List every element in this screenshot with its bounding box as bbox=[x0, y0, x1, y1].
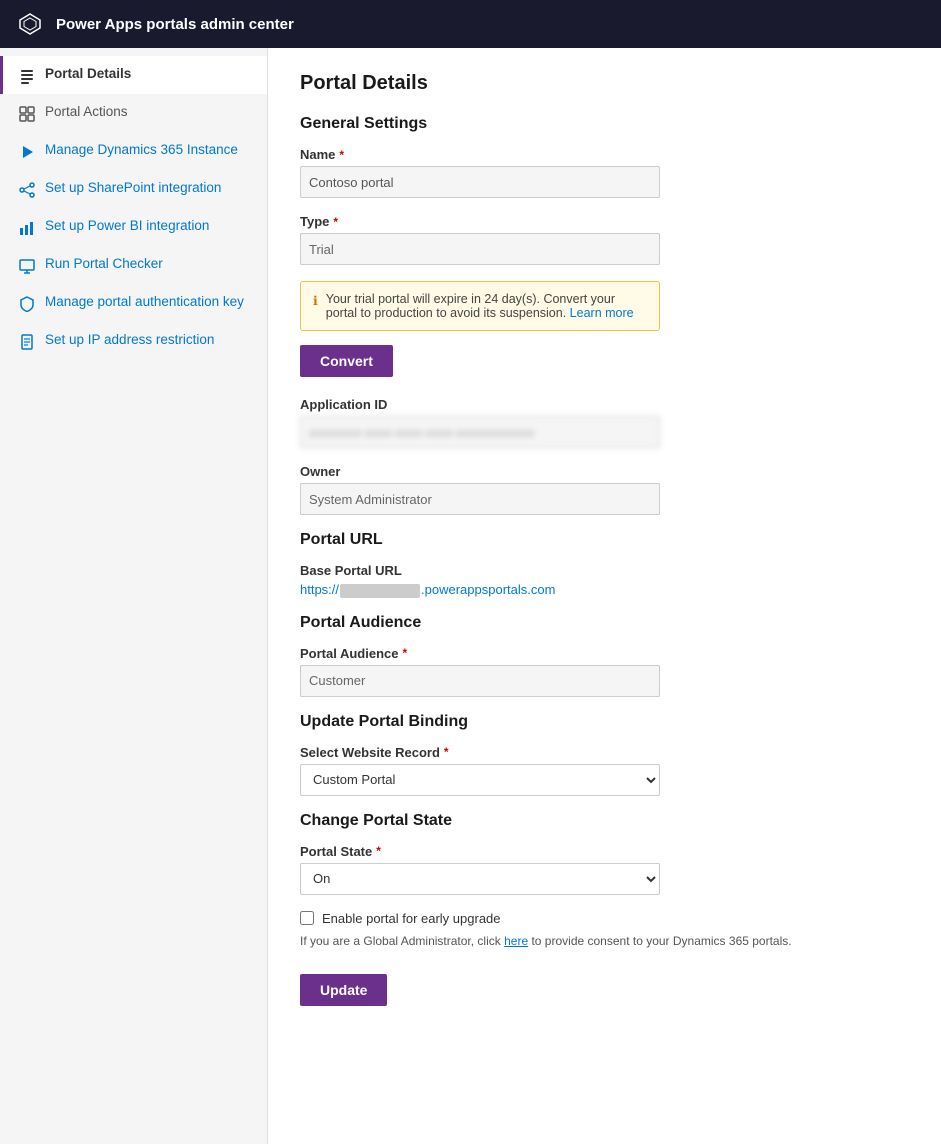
website-record-required: * bbox=[444, 745, 449, 759]
url-blurred-part bbox=[340, 584, 420, 598]
early-upgrade-row: Enable portal for early upgrade bbox=[300, 911, 909, 926]
portal-url-link[interactable]: https:// .powerappsportals.com bbox=[300, 582, 555, 597]
name-field-group: Name * bbox=[300, 147, 909, 198]
chart-icon bbox=[19, 220, 35, 236]
website-record-select[interactable]: Custom Portal Default Portal bbox=[300, 764, 660, 796]
convert-button[interactable]: Convert bbox=[300, 345, 393, 377]
sidebar-label-portal-details: Portal Details bbox=[45, 66, 131, 81]
portal-state-required: * bbox=[376, 844, 381, 858]
page-title: Portal Details bbox=[300, 72, 909, 95]
monitor-icon bbox=[19, 258, 35, 274]
early-upgrade-checkbox[interactable] bbox=[300, 911, 314, 925]
portal-url-display: https:// .powerappsportals.com bbox=[300, 582, 909, 598]
portal-audience-section: Portal Audience Portal Audience * bbox=[300, 614, 909, 697]
sidebar-label-setup-sharepoint: Set up SharePoint integration bbox=[45, 180, 221, 195]
portal-state-select[interactable]: On Off bbox=[300, 863, 660, 895]
sidebar-label-run-checker: Run Portal Checker bbox=[45, 256, 163, 271]
sidebar-label-portal-actions: Portal Actions bbox=[45, 104, 128, 119]
sidebar-label-setup-powerbi: Set up Power BI integration bbox=[45, 218, 209, 233]
sidebar-item-setup-ip[interactable]: Set up IP address restriction bbox=[0, 322, 267, 360]
base-portal-url-label: Base Portal URL bbox=[300, 563, 909, 578]
app-id-field-group: Application ID xxxxxxxx-xxxx-xxxx-xxxx-x… bbox=[300, 397, 909, 448]
sidebar-item-manage-auth-key[interactable]: Manage portal authentication key bbox=[0, 284, 267, 322]
warning-text: Your trial portal will expire in 24 day(… bbox=[326, 292, 647, 320]
owner-label: Owner bbox=[300, 464, 909, 479]
portal-binding-section: Update Portal Binding Select Website Rec… bbox=[300, 713, 909, 796]
early-upgrade-label: Enable portal for early upgrade bbox=[322, 911, 501, 926]
main-content: Portal Details General Settings Name * T… bbox=[268, 48, 941, 1144]
audience-input bbox=[300, 665, 660, 697]
app-id-label: Application ID bbox=[300, 397, 909, 412]
sidebar-item-setup-sharepoint[interactable]: Set up SharePoint integration bbox=[0, 170, 267, 208]
portal-icon bbox=[19, 106, 35, 122]
sidebar-item-manage-dynamics[interactable]: Manage Dynamics 365 Instance bbox=[0, 132, 267, 170]
app-id-value: xxxxxxxx-xxxx-xxxx-xxxx-xxxxxxxxxxxx bbox=[300, 416, 660, 448]
sidebar-item-portal-details[interactable]: Portal Details bbox=[0, 56, 267, 94]
change-portal-state-title: Change Portal State bbox=[300, 812, 909, 830]
consent-here-link[interactable]: here bbox=[504, 934, 528, 948]
app-title: Power Apps portals admin center bbox=[56, 16, 294, 33]
top-bar: Power Apps portals admin center bbox=[0, 0, 941, 48]
owner-field-group: Owner bbox=[300, 464, 909, 515]
learn-more-link[interactable]: Learn more bbox=[570, 306, 634, 320]
shield-icon bbox=[19, 296, 35, 312]
sidebar-label-setup-ip: Set up IP address restriction bbox=[45, 332, 214, 347]
website-record-field-group: Select Website Record * Custom Portal De… bbox=[300, 745, 909, 796]
share-icon bbox=[19, 182, 35, 198]
document-icon bbox=[19, 334, 35, 350]
type-label: Type * bbox=[300, 214, 909, 229]
portal-state-field-group: Portal State * On Off bbox=[300, 844, 909, 895]
portal-url-section: Portal URL Base Portal URL https:// .powe… bbox=[300, 531, 909, 598]
portal-binding-title: Update Portal Binding bbox=[300, 713, 909, 731]
sidebar-item-portal-actions[interactable]: Portal Actions bbox=[0, 94, 267, 132]
type-required: * bbox=[333, 215, 338, 229]
layout: Portal Details Portal Actions Manage bbox=[0, 48, 941, 1144]
sidebar-item-run-checker[interactable]: Run Portal Checker bbox=[0, 246, 267, 284]
owner-input bbox=[300, 483, 660, 515]
info-icon: ℹ bbox=[313, 293, 318, 308]
type-field-group: Type * bbox=[300, 214, 909, 265]
portal-audience-section-title: Portal Audience bbox=[300, 614, 909, 632]
general-settings-title: General Settings bbox=[300, 115, 909, 133]
audience-label: Portal Audience * bbox=[300, 646, 909, 661]
sidebar-label-manage-auth-key: Manage portal authentication key bbox=[45, 294, 244, 309]
trial-warning-banner: ℹ Your trial portal will expire in 24 da… bbox=[300, 281, 660, 331]
type-input bbox=[300, 233, 660, 265]
play-icon bbox=[19, 144, 35, 160]
website-record-label: Select Website Record * bbox=[300, 745, 909, 760]
url-prefix: https:// bbox=[300, 582, 339, 597]
name-input[interactable] bbox=[300, 166, 660, 198]
audience-field-group: Portal Audience * bbox=[300, 646, 909, 697]
app-logo-icon bbox=[16, 10, 44, 38]
update-button[interactable]: Update bbox=[300, 974, 387, 1006]
portal-state-label: Portal State * bbox=[300, 844, 909, 859]
list-icon bbox=[19, 68, 35, 84]
name-label: Name * bbox=[300, 147, 909, 162]
name-required: * bbox=[339, 148, 344, 162]
change-portal-state-section: Change Portal State Portal State * On Of… bbox=[300, 812, 909, 895]
sidebar: Portal Details Portal Actions Manage bbox=[0, 48, 268, 1144]
consent-text: If you are a Global Administrator, click… bbox=[300, 934, 909, 948]
audience-required: * bbox=[402, 646, 407, 660]
url-suffix: .powerappsportals.com bbox=[421, 582, 555, 597]
sidebar-label-manage-dynamics: Manage Dynamics 365 Instance bbox=[45, 142, 238, 157]
sidebar-item-setup-powerbi[interactable]: Set up Power BI integration bbox=[0, 208, 267, 246]
portal-url-title: Portal URL bbox=[300, 531, 909, 549]
